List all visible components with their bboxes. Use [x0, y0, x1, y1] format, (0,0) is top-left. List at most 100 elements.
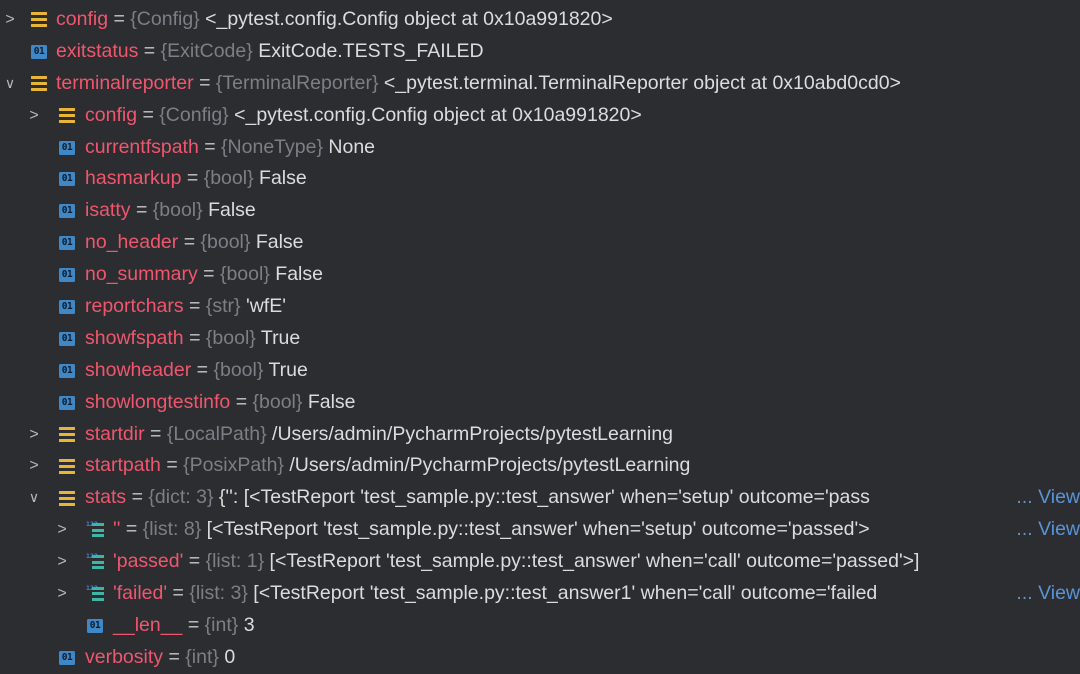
variable-row[interactable]: 01 hasmarkup = {bool} False	[0, 163, 1080, 195]
equals-sign: =	[188, 550, 201, 573]
equals-sign: =	[135, 199, 148, 222]
equals-sign: =	[183, 231, 196, 254]
expand-toggle[interactable]: ∨	[3, 68, 17, 100]
list-icon: 123	[86, 514, 104, 546]
variable-value: 3	[243, 613, 255, 636]
expand-toggle[interactable]: >	[55, 546, 69, 578]
expand-toggle[interactable]: >	[55, 578, 69, 610]
variable-value: <_pytest.config.Config object at 0x10a99…	[205, 8, 613, 30]
variable-row[interactable]: 01 reportchars = {str} 'wfE'	[0, 291, 1080, 323]
variable-row[interactable]: > 123 '' = {list: 8} [<TestReport 'test_…	[0, 514, 1080, 547]
variable-type: {ExitCode}	[160, 39, 253, 62]
variable-row[interactable]: > startpath = {PosixPath} /Users/admin/P…	[0, 450, 1080, 482]
variable-value: False	[208, 199, 256, 222]
variable-name: __len__	[113, 613, 183, 636]
variable-type: {NoneType}	[221, 135, 323, 158]
variable-row[interactable]: > config = {Config} <_pytest.config.Conf…	[0, 100, 1080, 132]
variable-type: {list: 3}	[189, 582, 248, 605]
equals-sign: =	[189, 326, 201, 349]
variable-type: {Config}	[159, 103, 229, 126]
variable-name: showfspath	[85, 326, 184, 349]
variables-tree: > config = {Config} <_pytest.config.Conf…	[0, 0, 1080, 674]
equals-sign: =	[143, 39, 156, 62]
view-link[interactable]: ... View	[1014, 578, 1080, 610]
expand-toggle[interactable]: >	[27, 419, 41, 451]
field-icon	[31, 68, 47, 100]
expand-toggle	[27, 227, 41, 259]
variable-row[interactable]: 01 __len__ = {int} 3	[0, 610, 1080, 642]
variable-value: False	[259, 167, 307, 190]
variable-value: 0	[224, 645, 236, 668]
variable-row[interactable]: > config = {Config} <_pytest.config.Conf…	[0, 4, 1080, 36]
variable-row[interactable]: 01 no_header = {bool} False	[0, 227, 1080, 259]
equals-sign: =	[150, 422, 162, 445]
variable-type: {bool}	[152, 199, 203, 222]
variable-row[interactable]: 01 exitstatus = {ExitCode} ExitCode.TEST…	[0, 36, 1080, 68]
variable-row[interactable]: > 123 'failed' = {list: 3} [<TestReport …	[0, 578, 1080, 610]
field-icon	[59, 419, 75, 451]
variable-row[interactable]: 01 showfspath = {bool} True	[0, 323, 1080, 355]
variable-row[interactable]: 01 showheader = {bool} True	[0, 355, 1080, 387]
equals-sign: =	[235, 390, 248, 413]
primitive-icon: 01	[59, 291, 75, 323]
variable-value: None	[328, 135, 376, 158]
variable-type: {bool}	[203, 167, 254, 190]
variable-value: True	[260, 326, 301, 349]
variable-value: [<TestReport 'test_sample.py::test_answe…	[269, 550, 920, 573]
variable-value: /Users/admin/PycharmProjects/pytestLearn…	[272, 422, 674, 445]
variable-row[interactable]: 01 showlongtestinfo = {bool} False	[0, 387, 1080, 419]
primitive-icon: 01	[59, 132, 75, 164]
primitive-icon: 01	[59, 387, 75, 419]
variable-value: [<TestReport 'test_sample.py::test_answe…	[206, 518, 870, 541]
equals-sign: =	[125, 518, 138, 541]
expand-toggle[interactable]: >	[27, 450, 41, 482]
expand-toggle	[27, 291, 41, 323]
variable-type: {TerminalReporter}	[215, 71, 379, 94]
variable-name: stats	[85, 486, 127, 509]
variable-name: no_summary	[85, 263, 198, 286]
variable-type: {str}	[205, 295, 241, 318]
variable-value: /Users/admin/PycharmProjects/pytestLearn…	[289, 454, 691, 477]
view-link[interactable]: ... View	[1014, 514, 1080, 547]
variable-value: <_pytest.terminal.TerminalReporter objec…	[383, 71, 901, 94]
variable-name: reportchars	[85, 295, 184, 318]
variable-value: ExitCode.TESTS_FAILED	[258, 39, 484, 62]
expand-toggle[interactable]: >	[3, 4, 17, 36]
primitive-icon: 01	[59, 259, 75, 291]
field-icon	[59, 450, 75, 482]
expand-toggle	[27, 387, 41, 419]
variable-type: {bool}	[200, 231, 251, 254]
variable-row[interactable]: 01 isatty = {bool} False	[0, 195, 1080, 227]
variable-type: {bool}	[219, 263, 270, 286]
variable-name: 'failed'	[113, 582, 168, 605]
expand-toggle[interactable]: >	[55, 514, 69, 546]
expand-toggle[interactable]: ∨	[27, 482, 41, 514]
variable-type: {list: 1}	[205, 550, 265, 573]
variable-row[interactable]: ∨ stats = {dict: 3} {'': [<TestReport 't…	[0, 482, 1080, 515]
primitive-icon: 01	[59, 163, 75, 195]
equals-sign: =	[199, 71, 211, 94]
variable-row[interactable]: > startdir = {LocalPath} /Users/admin/Py…	[0, 419, 1080, 451]
primitive-icon: 01	[59, 323, 75, 355]
expand-toggle	[55, 610, 69, 642]
variable-value: False	[255, 231, 304, 254]
variable-type: {int}	[204, 613, 239, 636]
field-icon	[31, 4, 47, 36]
variable-name: currentfspath	[85, 135, 199, 158]
variable-row[interactable]: 01 verbosity = {int} 0	[0, 642, 1080, 674]
variable-value: <_pytest.config.Config object at 0x10a99…	[234, 103, 642, 126]
field-icon	[59, 100, 75, 132]
variable-row[interactable]: 01 currentfspath = {NoneType} None	[0, 132, 1080, 164]
variable-type: {int}	[185, 645, 219, 668]
expand-toggle[interactable]: >	[27, 100, 41, 132]
view-link[interactable]: ... View	[1014, 482, 1080, 515]
expand-toggle	[27, 132, 41, 164]
variable-name: ''	[113, 518, 121, 541]
variable-name: showheader	[85, 358, 192, 381]
variable-row[interactable]: 01 no_summary = {bool} False	[0, 259, 1080, 291]
variable-row[interactable]: > 123 'passed' = {list: 1} [<TestReport …	[0, 546, 1080, 578]
expand-toggle	[27, 195, 41, 227]
variable-row[interactable]: ∨ terminalreporter = {TerminalReporter} …	[0, 68, 1080, 100]
variable-type: {Config}	[130, 8, 200, 30]
equals-sign: =	[113, 8, 125, 30]
